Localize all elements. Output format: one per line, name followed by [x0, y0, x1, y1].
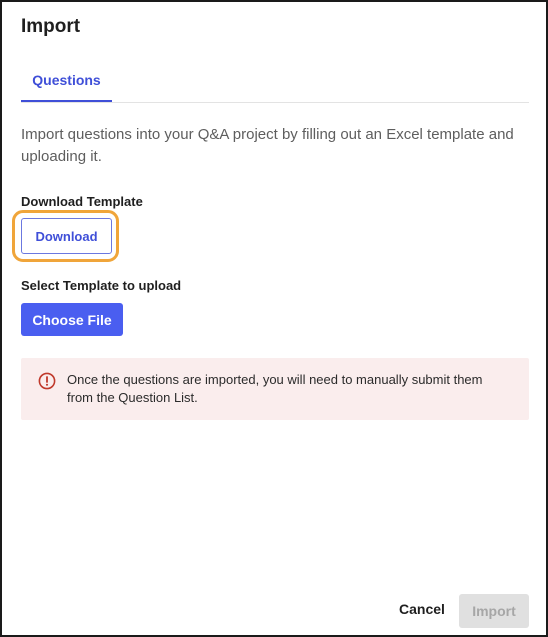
download-button[interactable]: Download: [21, 218, 112, 254]
import-dialog: Import Questions Import questions into y…: [0, 0, 548, 637]
import-description: Import questions into your Q&A project b…: [21, 126, 514, 165]
choose-file-button[interactable]: Choose File: [21, 303, 123, 336]
import-button: Import: [459, 594, 529, 628]
tab-bar: Questions: [21, 60, 529, 103]
error-circle-icon: [38, 372, 56, 390]
upload-template-label: Select Template to upload: [21, 278, 182, 293]
dialog-title: Import: [21, 16, 81, 37]
info-alert: Once the questions are imported, you wil…: [21, 358, 529, 420]
alert-message: Once the questions are imported, you wil…: [67, 372, 483, 405]
download-template-label: Download Template: [21, 194, 143, 209]
tab-questions[interactable]: Questions: [21, 60, 112, 102]
cancel-button[interactable]: Cancel: [390, 594, 454, 624]
